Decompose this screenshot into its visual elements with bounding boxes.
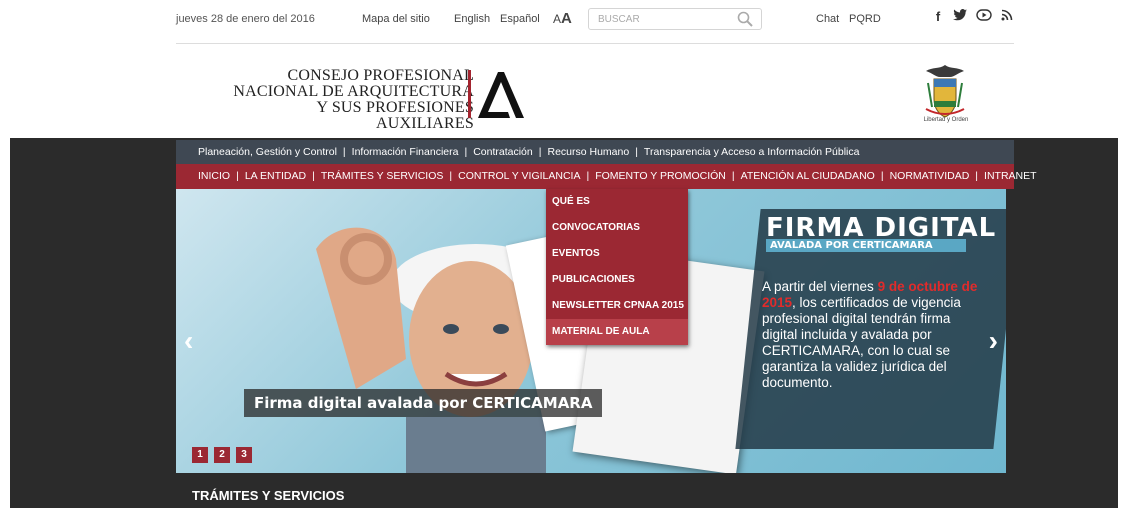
twitter-icon[interactable] — [953, 9, 967, 25]
crest-caption: Libertad y Orden — [923, 117, 969, 123]
site-logo[interactable]: CONSEJO PROFESIONAL NACIONAL DE ARQUITEC… — [222, 68, 532, 132]
nav-fomento-promocion[interactable]: FOMENTO Y PROMOCIÓN — [595, 164, 726, 189]
logo-a-mark-icon — [468, 70, 524, 118]
logo-line-3: Y SUS PROFESIONES AUXILIARES — [316, 99, 474, 132]
banner-text-intro: A partir del viernes — [762, 279, 878, 294]
banner-description: A partir del viernes 9 de octubre de 201… — [762, 279, 978, 391]
logo-line-1: CONSEJO PROFESIONAL — [287, 67, 474, 84]
dropdown-item-que-es[interactable]: QUÉ ES — [546, 189, 688, 215]
nav-transparencia[interactable]: Transparencia y Acceso a Información Púb… — [644, 140, 860, 164]
utility-bar: jueves 28 de enero del 2016 Mapa del sit… — [0, 0, 1128, 38]
current-date: jueves 28 de enero del 2016 — [176, 13, 315, 25]
nav-planeacion[interactable]: Planeación, Gestión y Control — [198, 140, 337, 164]
nav-normatividad[interactable]: NORMATIVIDAD — [890, 164, 970, 189]
banner-text-body: , los certificados de vigencia profesion… — [762, 295, 961, 390]
nav-control-vigilancia[interactable]: CONTROL Y VIGILANCIA — [458, 164, 580, 189]
nav-la-entidad[interactable]: LA ENTIDAD — [245, 164, 306, 189]
logo-text: CONSEJO PROFESIONAL NACIONAL DE ARQUITEC… — [222, 68, 474, 132]
social-links: f — [932, 9, 1013, 25]
section-title: TRÁMITES Y SERVICIOS — [192, 488, 345, 503]
slider-page-2[interactable]: 2 — [214, 447, 230, 463]
logo-line-2: NACIONAL DE ARQUITECTURA — [233, 83, 474, 100]
language-english-link[interactable]: English — [454, 13, 490, 25]
dropdown-item-publicaciones[interactable]: PUBLICACIONES — [546, 267, 688, 293]
nav-informacion-financiera[interactable]: Información Financiera — [352, 140, 459, 164]
dropdown-item-convocatorias[interactable]: CONVOCATORIAS — [546, 215, 688, 241]
dropdown-item-material-de-aula[interactable]: MATERIAL DE AULA — [546, 319, 688, 345]
banner-subtitle: AVALADA POR CERTICAMARA — [766, 239, 966, 252]
facebook-icon[interactable]: f — [932, 9, 944, 25]
font-large-button[interactable]: A — [561, 10, 572, 27]
slider-page-1[interactable]: 1 — [192, 447, 208, 463]
chat-link[interactable]: Chat — [816, 13, 839, 25]
search-box — [588, 8, 762, 30]
nav-recurso-humano[interactable]: Recurso Humano — [547, 140, 629, 164]
primary-nav: Planeación, Gestión y Control | Informació… — [176, 140, 1014, 164]
main-nav: INICIO | LA ENTIDAD | TRÁMITES Y SERVICIOS | C… — [176, 164, 1037, 189]
fomento-dropdown-menu: QUÉ ES CONVOCATORIAS EVENTOS PUBLICACION… — [546, 189, 688, 345]
language-spanish-link[interactable]: Español — [500, 13, 540, 25]
font-size-toggle[interactable]: AA — [553, 10, 572, 27]
rss-icon[interactable] — [1001, 9, 1013, 25]
nav-inicio[interactable]: INICIO — [198, 164, 230, 189]
dropdown-item-newsletter[interactable]: NEWSLETTER CPNAA 2015 — [546, 293, 688, 319]
slider-pagination: 1 2 3 — [192, 447, 252, 463]
nav-tramites-servicios[interactable]: TRÁMITES Y SERVICIOS — [321, 164, 444, 189]
header-divider — [176, 43, 1014, 44]
nav-atencion-ciudadano[interactable]: ATENCIÓN AL CIUDADANO — [741, 164, 875, 189]
search-input[interactable] — [589, 9, 729, 29]
nav-contratacion[interactable]: Contratación — [473, 140, 533, 164]
sitemap-link[interactable]: Mapa del sitio — [362, 13, 430, 25]
slide-caption[interactable]: Firma digital avalada por CERTICAMARA — [244, 389, 603, 417]
slider-next-button[interactable]: › — [989, 325, 998, 357]
dropdown-item-eventos[interactable]: EVENTOS — [546, 241, 688, 267]
slider-prev-button[interactable]: ‹ — [184, 325, 193, 357]
search-icon[interactable] — [737, 11, 753, 27]
pqrd-link[interactable]: PQRD — [849, 13, 881, 25]
youtube-icon[interactable] — [976, 9, 992, 25]
font-small-button[interactable]: A — [553, 12, 561, 26]
slider-page-3[interactable]: 3 — [236, 447, 252, 463]
header: jueves 28 de enero del 2016 Mapa del sit… — [0, 0, 1128, 138]
nav-intranet[interactable]: INTRANET — [984, 164, 1037, 189]
